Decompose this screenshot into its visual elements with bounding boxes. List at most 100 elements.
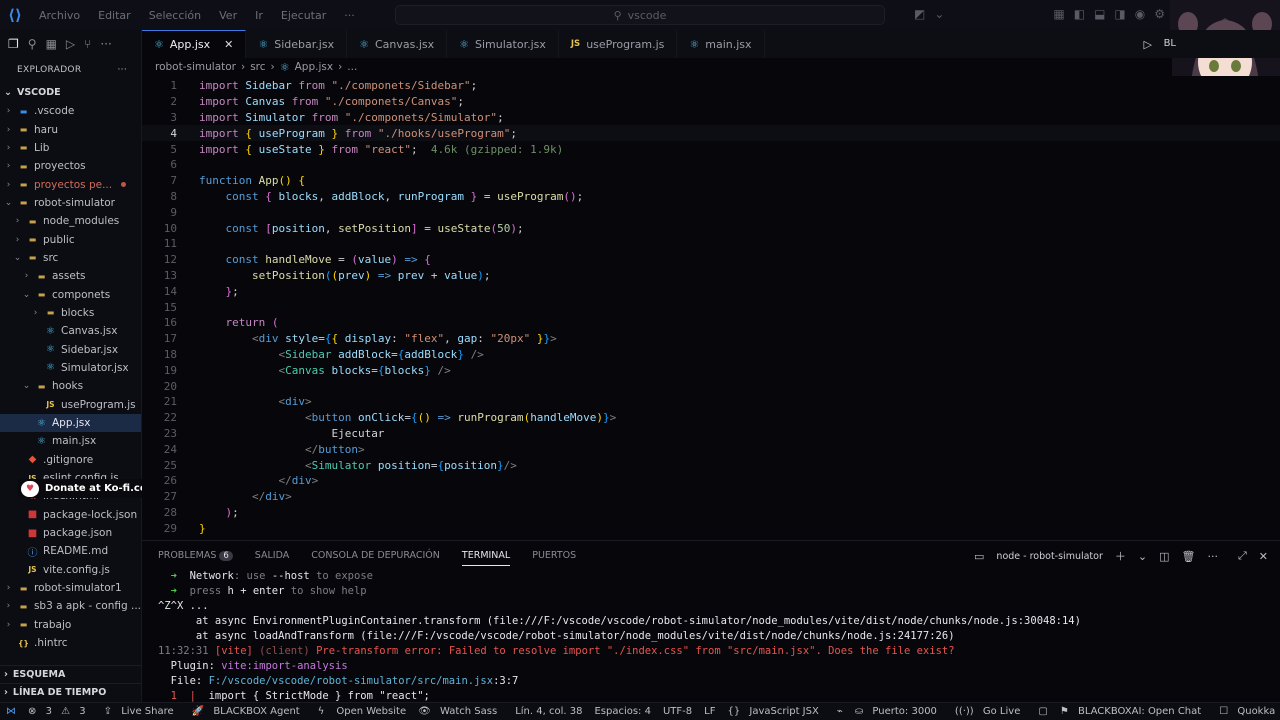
tab-useprogram-js[interactable]: JS useProgram.js (559, 30, 678, 58)
blackbox-agent-status[interactable]: 🚀 BLACKBOX Agent (186, 706, 312, 717)
outline-section[interactable]: › ESQUEMA (0, 665, 142, 683)
file-tree-item[interactable]: › ▬ haru (0, 120, 141, 138)
run-debug-icon[interactable]: ▷ (66, 37, 75, 51)
terminal-name[interactable]: node - robot-simulator (996, 551, 1102, 562)
indentation[interactable]: Espacios: 4 (588, 706, 657, 717)
file-tree-item[interactable]: ⌄ ▬ hooks (0, 377, 141, 395)
menu-more[interactable]: ··· (335, 9, 364, 22)
file-tree-item[interactable]: › ▬ sb3 a apk - config ... (0, 597, 141, 615)
blackbox-label[interactable]: BL (1164, 38, 1176, 49)
file-tree-item[interactable]: JS vite.config.js (0, 561, 141, 579)
file-tree-item[interactable]: ⚛ App.jsx (0, 413, 141, 433)
file-tree-item[interactable]: ■ package-lock.json (0, 506, 141, 524)
extensions-icon[interactable]: ▦ (46, 37, 57, 51)
lightning-icon[interactable]: ϟ (312, 706, 331, 717)
tab-output[interactable]: SALIDA (255, 550, 289, 561)
accounts-icon[interactable]: ◉ (1135, 7, 1145, 21)
notification-icon[interactable]: ▢ (1032, 706, 1053, 717)
file-tree-item[interactable]: › ▬ node_modules (0, 212, 141, 230)
menu-editar[interactable]: Editar (89, 9, 140, 22)
timeline-section[interactable]: › LÍNEA DE TIEMPO (0, 683, 142, 701)
tab-terminal[interactable]: TERMINAL (461, 550, 511, 566)
encoding[interactable]: UTF-8 (657, 706, 698, 717)
problems-status[interactable]: ⊗ 3 ⚠ 3 (22, 706, 98, 717)
copilot-icon[interactable]: ◩ (914, 7, 925, 21)
file-tree-item[interactable]: ⓘ README.md (0, 542, 141, 560)
blackboxai-status[interactable]: ⚑ BLACKBOXAI: Open Chat (1054, 706, 1213, 717)
file-tree-item[interactable]: ⚛ main.jsx (0, 432, 141, 450)
chevron-down-icon[interactable]: ⌄ (1138, 550, 1147, 563)
tab-main-jsx[interactable]: ⚛ main.jsx (677, 30, 765, 58)
menu-ver[interactable]: Ver (210, 9, 246, 22)
command-center-search[interactable]: ⚲ vscode (395, 5, 885, 25)
tab-simulator-jsx[interactable]: ⚛ Simulator.jsx (447, 30, 559, 58)
file-tree-item[interactable]: › ▬ .vscode (0, 102, 141, 120)
file-tree-item[interactable]: › ▬ assets (0, 267, 141, 285)
file-tree-item[interactable]: › ▬ Lib (0, 139, 141, 157)
breadcrumb-project[interactable]: robot-simulator (155, 61, 236, 73)
settings-gear-icon[interactable]: ⚙ (1154, 7, 1165, 21)
quokka-status[interactable]: ☐ Quokka (1213, 706, 1280, 717)
toggle-secondary-sidebar-icon[interactable]: ◨ (1114, 7, 1125, 21)
toggle-panel-icon[interactable]: ⬓ (1094, 7, 1105, 21)
tab-app-jsx[interactable]: ⚛ App.jsx ✕ (142, 30, 247, 58)
file-tree-item[interactable]: ◆ .gitignore (0, 451, 141, 469)
file-tree-item[interactable]: › ▬ public (0, 230, 141, 248)
customize-layout-icon[interactable]: ▦ (1053, 7, 1064, 21)
language-mode[interactable]: {} JavaScript JSX (721, 706, 830, 717)
tab-ports[interactable]: PUERTOS (532, 550, 576, 561)
new-terminal-icon[interactable]: ＋ (1115, 548, 1126, 564)
prettier-icon[interactable]: ⌁ (831, 706, 849, 717)
terminal-output[interactable]: ➜ Network: use --host to expose ➜ press … (142, 569, 1280, 703)
file-tree-item[interactable]: ⚛ Simulator.jsx (0, 359, 141, 377)
watch-sass-status[interactable]: 👁 Watch Sass (412, 706, 509, 717)
tab-canvas-jsx[interactable]: ⚛ Canvas.jsx (347, 30, 448, 58)
workspace-root[interactable]: ⌄ VSCODE (0, 82, 141, 102)
breadcrumb-file[interactable]: App.jsx (295, 61, 333, 73)
open-website-status[interactable]: Open Website (330, 706, 412, 717)
file-tree-item[interactable]: ⌄ ▬ robot-simulator (0, 194, 141, 212)
chevron-down-icon[interactable]: ⌄ (934, 7, 944, 21)
live-share-status[interactable]: ⇪ Live Share (98, 706, 186, 717)
run-icon[interactable]: ▷ (1144, 38, 1152, 51)
tab-debug-console[interactable]: CONSOLA DE DEPURACIÓN (311, 550, 440, 561)
split-terminal-icon[interactable]: ◫ (1159, 550, 1169, 563)
code-editor[interactable]: 1 import Sidebar from "./componets/Sideba… (142, 76, 1280, 540)
explorer-files-icon[interactable]: ❐ (8, 37, 19, 51)
breadcrumb-symbol[interactable]: ... (347, 61, 357, 73)
remote-icon[interactable]: ⋈ (0, 706, 22, 717)
menu-ejecutar[interactable]: Ejecutar (272, 9, 335, 22)
breadcrumb-src[interactable]: src (250, 61, 265, 73)
tab-sidebar-jsx[interactable]: ⚛ Sidebar.jsx (246, 30, 348, 58)
trash-icon[interactable]: 🗑 (1182, 550, 1196, 563)
more-views-icon[interactable]: ··· (100, 37, 111, 51)
maximize-panel-icon[interactable]: ⤢ (1238, 549, 1247, 563)
explorer-more-icon[interactable]: ··· (118, 65, 127, 75)
file-tree-item[interactable]: › ▬ blocks (0, 304, 141, 322)
file-tree-item[interactable]: › ▬ proyectos (0, 157, 141, 175)
source-control-icon[interactable]: ⑂ (84, 37, 91, 51)
end-of-line[interactable]: LF (698, 706, 721, 717)
menu-ir[interactable]: Ir (246, 9, 272, 22)
close-icon[interactable]: ✕ (224, 38, 233, 51)
more-icon[interactable]: ··· (1207, 550, 1218, 563)
file-tree-item[interactable]: › ▬ robot-simulator1 (0, 579, 141, 597)
toggle-sidebar-icon[interactable]: ◧ (1074, 7, 1085, 21)
close-panel-icon[interactable]: ✕ (1259, 550, 1268, 563)
go-live-status[interactable]: ((·)) Go Live (949, 706, 1032, 717)
port-status[interactable]: ⛀ Puerto: 3000 (849, 706, 949, 717)
search-view-icon[interactable]: ⚲ (28, 37, 37, 51)
tab-problems[interactable]: PROBLEMAS 6 (158, 550, 233, 561)
file-tree-item[interactable]: › ▬ trabajo (0, 616, 141, 634)
file-tree-item[interactable]: › ▬ proyectos pe... (0, 175, 141, 193)
file-tree-item[interactable]: ⚛ Canvas.jsx (0, 322, 141, 340)
file-tree-item[interactable]: JS useProgram.js (0, 396, 141, 414)
menu-seleccion[interactable]: Selección (140, 9, 210, 22)
file-tree-item[interactable]: ⌄ ▬ componets (0, 285, 141, 303)
file-tree-item[interactable]: ⚛ Sidebar.jsx (0, 340, 141, 358)
file-tree-item[interactable]: ⌄ ▬ src (0, 249, 141, 267)
menu-archivo[interactable]: Archivo (30, 9, 89, 22)
file-tree-item[interactable]: {} .hintrc (0, 634, 141, 652)
cursor-position[interactable]: Lín. 4, col. 38 (509, 706, 588, 717)
file-tree-item[interactable]: ■ package.json (0, 524, 141, 542)
